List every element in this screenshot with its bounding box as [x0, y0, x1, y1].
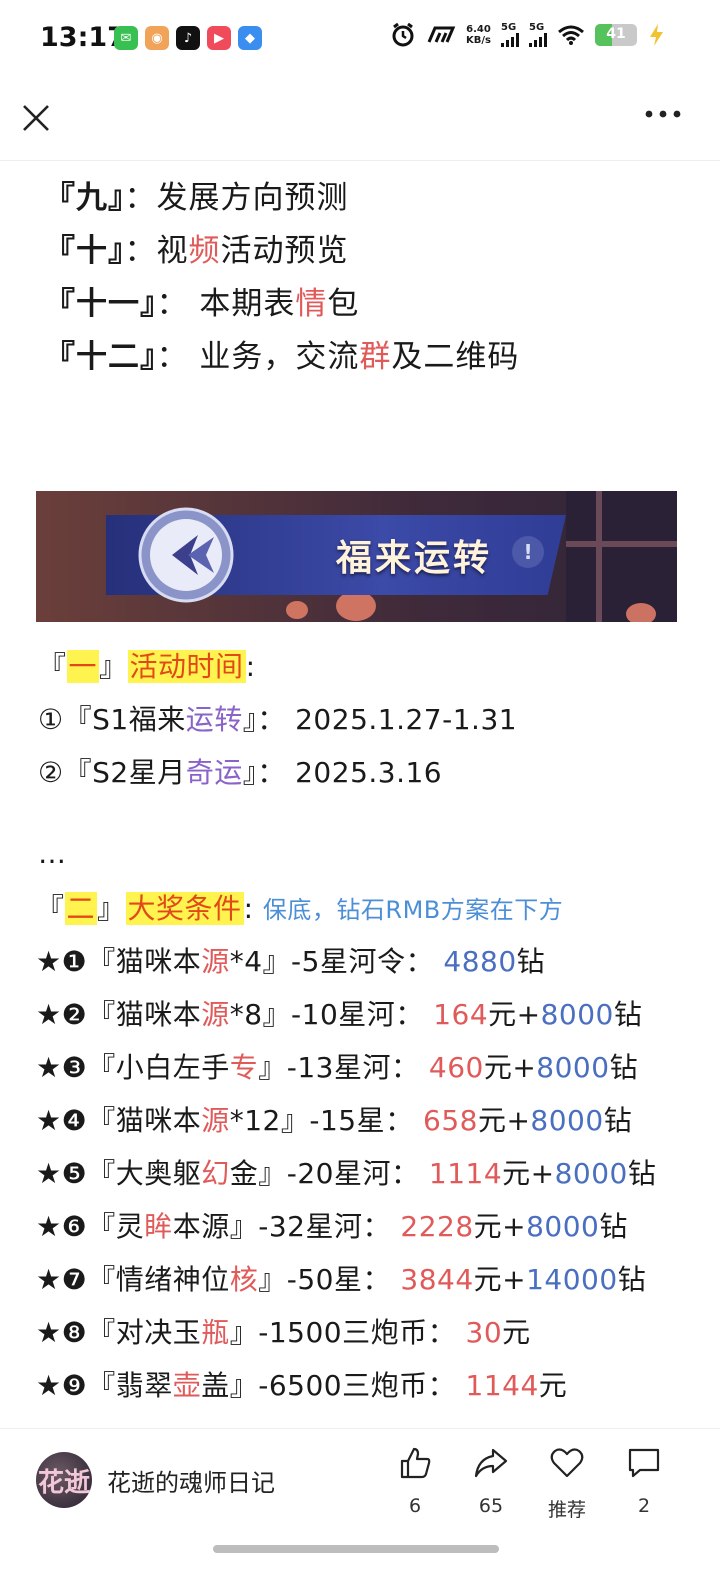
section-number: 二	[64, 892, 98, 925]
share-button[interactable]: 65	[461, 1445, 521, 1517]
banner-emblem-icon	[138, 507, 234, 603]
toc-item: 『十』：视频活动预览	[44, 233, 349, 269]
petal-decoration	[626, 603, 656, 622]
activity-time-item: ①『S1福来运转』： 2025.1.27-1.31	[38, 703, 518, 736]
prize-condition-item: ★❸『小白左手专』-13星河： 460元+8000钻	[36, 1051, 639, 1084]
signal-1: 5G	[500, 23, 519, 47]
prize-condition-item: ★❻『灵眸本源』-32星河： 2228元+8000钻	[36, 1210, 628, 1243]
section-number: 一	[66, 650, 100, 683]
wechat-icon: ✉	[114, 26, 138, 50]
top-nav	[0, 92, 720, 152]
battery-indicator: 41	[594, 24, 637, 46]
section-title: 大奖条件	[125, 892, 244, 925]
comment-bubble-icon	[628, 1448, 660, 1478]
toc-item: 『十一』： 本期表情包	[44, 286, 360, 322]
notification-icons: ✉ ◉ ♪ ▶ ◆	[114, 26, 262, 50]
prize-condition-item: ★❾『翡翠壶盖』-6500三炮币： 1144元	[36, 1369, 568, 1402]
ellipsis-text: …	[38, 837, 67, 870]
more-options-button[interactable]	[644, 106, 682, 122]
toc-item: 『九』：发展方向预测	[44, 180, 349, 216]
prize-condition-item: ★❽『对决玉瓶』-1500三炮币： 30元	[36, 1316, 531, 1349]
close-button[interactable]	[20, 102, 52, 134]
status-bar: 13:17 ✉ ◉ ♪ ▶ ◆ 6.40 KB/s 5G 5G 41	[0, 0, 720, 80]
author-name[interactable]: 花逝的魂师日记	[107, 1463, 275, 1498]
prize-condition-item: ★❼『情绪神位核』-50星： 3844元+14000钻	[36, 1263, 647, 1296]
pet-app-icon: ◉	[145, 26, 169, 50]
prize-condition-item: ★❶『猫咪本源*4』-5星河令： 4880钻	[36, 945, 546, 978]
banner-window-decoration	[566, 491, 677, 622]
du-app-icon: ◆	[238, 26, 262, 50]
tiktok-icon: ♪	[176, 26, 200, 50]
comment-button[interactable]: 2	[614, 1445, 674, 1517]
table-of-contents: 『九』：发展方向预测 『十』：视频活动预览 『十一』： 本期表情包『十二』： 业务，…	[44, 172, 519, 384]
home-indicator[interactable]	[213, 1545, 499, 1553]
petal-decoration	[286, 601, 308, 619]
section-activity-time: 『一』活动时间: ①『S1福来运转』： 2025.1.27-1.31 ②『S2星月…	[38, 640, 517, 880]
petal-decoration	[336, 591, 376, 621]
like-count: 6	[408, 1495, 422, 1517]
network-speed: 6.40 KB/s	[466, 24, 491, 46]
signal-bars-icon	[528, 33, 547, 47]
like-button[interactable]: 6	[385, 1445, 445, 1517]
signal-bars-icon	[500, 33, 519, 47]
video-app-icon: ▶	[207, 26, 231, 50]
toc-item: 『十二』： 业务，交流群及二维码	[44, 339, 520, 375]
share-count: 65	[478, 1495, 504, 1517]
wifi-icon	[558, 25, 584, 45]
banner-alert-icon: !	[512, 536, 544, 568]
recommend-button[interactable]: 推荐	[537, 1445, 597, 1522]
prize-condition-list: ★❶『猫咪本源*4』-5星河令： 4880钻 ★❷『猫咪本源*8』-10星河： 1…	[36, 935, 656, 1412]
status-indicators: 6.40 KB/s 5G 5G 41	[390, 22, 665, 48]
recommend-label: 推荐	[547, 1499, 586, 1521]
signal-2: 5G	[528, 23, 547, 47]
section-subtitle: 保底，钻石RMB方案在下方	[262, 896, 564, 924]
section-prize-conditions: 『二』大奖条件: 保底，钻石RMB方案在下方 ★❶『猫咪本源*4』-5星河令： …	[36, 882, 656, 1412]
charging-icon	[649, 24, 663, 46]
comment-count: 2	[637, 1495, 651, 1517]
thumbs-up-icon	[400, 1447, 431, 1479]
share-arrow-icon	[474, 1448, 508, 1478]
nav-divider	[0, 160, 720, 161]
prize-condition-item: ★❺『大奥躯幻金』-20星河： 1114元+8000钻	[36, 1157, 657, 1190]
prize-condition-item: ★❷『猫咪本源*8』-10星河： 164元+8000钻	[36, 998, 643, 1031]
section-header: 『一』活动时间:	[38, 650, 256, 683]
activity-time-item: ②『S2星月奇运』： 2025.3.16	[38, 756, 443, 789]
nfc-icon	[427, 26, 456, 43]
activity-time-list: ①『S1福来运转』： 2025.1.27-1.31 ②『S2星月奇运』： 2025…	[38, 693, 517, 799]
section-title: 活动时间	[127, 650, 246, 683]
banner-title: 福来运转	[336, 537, 493, 579]
heart-icon	[550, 1448, 584, 1478]
prize-condition-item: ★❹『猫咪本源*12』-15星： 658元+8000钻	[36, 1104, 633, 1137]
event-banner: 福来运转 !	[36, 491, 677, 622]
bottom-action-bar: 花逝 花逝的魂师日记 6 65 推荐 2	[0, 1428, 720, 1585]
alarm-icon	[392, 22, 414, 47]
avatar[interactable]: 花逝	[36, 1452, 92, 1508]
section-header: 『二』大奖条件: 保底，钻石RMB方案在下方	[36, 892, 564, 925]
